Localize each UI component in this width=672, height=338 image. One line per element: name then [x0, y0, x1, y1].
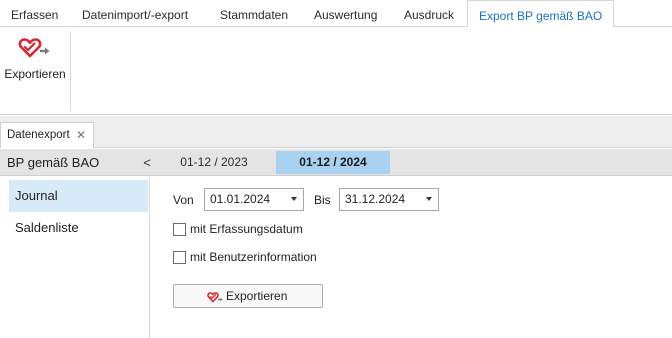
benutzerinfo-label[interactable]: mit Benutzerinformation	[190, 250, 317, 264]
ribbon-export-button[interactable]: Exportieren	[0, 27, 70, 115]
ribbon-export-label: Exportieren	[4, 67, 66, 81]
document-tab-datenexport[interactable]: Datenexport ✕	[0, 122, 94, 148]
export-button-label: Exportieren	[226, 289, 288, 303]
tab-datenimport-export[interactable]: Datenimport/-export	[71, 0, 199, 27]
left-navigation: Journal Saldenliste	[0, 177, 150, 338]
export-button[interactable]: Exportieren	[173, 284, 323, 308]
ribbon-separator	[70, 31, 71, 111]
to-date-label: Bis	[314, 193, 331, 207]
close-icon[interactable]: ✕	[76, 123, 86, 147]
nav-item-saldenliste[interactable]: Saldenliste	[9, 212, 148, 244]
erfassungsdatum-checkbox[interactable]	[173, 223, 186, 236]
tab-stammdaten[interactable]: Stammdaten	[209, 0, 299, 27]
benutzerinfo-checkbox[interactable]	[173, 251, 186, 264]
ribbon-tab-bar: Erfassen Datenimport/-export Stammdaten …	[0, 0, 672, 28]
export-form-panel: Von 01.01.2024 Bis 31.12.2024 mit Erfass…	[151, 177, 672, 338]
from-date-value: 01.01.2024	[210, 192, 271, 206]
tab-erfassen[interactable]: Erfassen	[0, 0, 69, 27]
from-date-picker[interactable]: 01.01.2024	[204, 188, 304, 211]
export-heart-arrow-icon	[207, 291, 223, 303]
from-date-label: Von	[173, 193, 194, 207]
period-2023[interactable]: 01-12 / 2023	[165, 151, 263, 174]
tab-auswertung[interactable]: Auswertung	[303, 0, 388, 27]
previous-period-button[interactable]: <	[140, 149, 154, 176]
tab-ausdruck[interactable]: Ausdruck	[393, 0, 465, 27]
tab-export-bp-bao[interactable]: Export BP gemäß BAO	[467, 0, 615, 28]
ribbon-panel: Exportieren	[0, 27, 672, 115]
period-2024-selected[interactable]: 01-12 / 2024	[276, 151, 390, 174]
chevron-down-icon[interactable]	[291, 197, 297, 201]
to-date-value: 31.12.2024	[345, 192, 406, 206]
nav-item-journal[interactable]: Journal	[9, 180, 148, 212]
erfassungsdatum-label[interactable]: mit Erfassungsdatum	[190, 222, 303, 236]
chevron-down-icon[interactable]	[426, 197, 432, 201]
to-date-picker[interactable]: 31.12.2024	[339, 188, 439, 211]
document-tab-label: Datenexport	[7, 129, 70, 141]
export-heart-arrow-icon	[18, 37, 52, 59]
period-bar: BP gemäß BAO < 01-12 / 2023 01-12 / 2024	[0, 149, 672, 176]
document-tab-strip: Datenexport ✕	[0, 116, 672, 148]
page-title: BP gemäß BAO	[7, 155, 100, 170]
